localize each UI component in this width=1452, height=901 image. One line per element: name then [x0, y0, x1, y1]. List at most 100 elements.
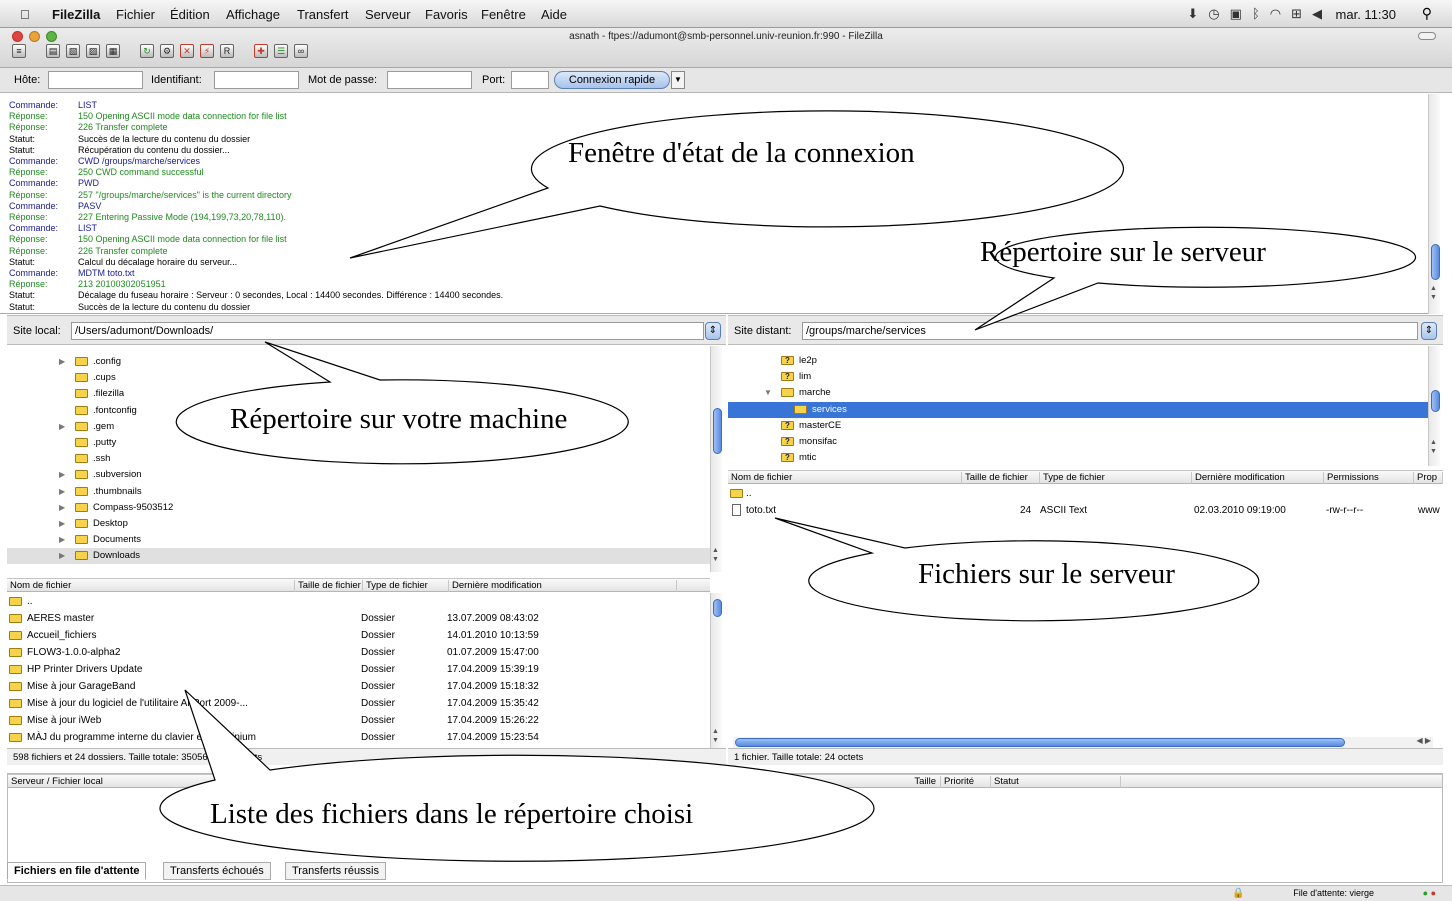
local-tree-item[interactable]: ▶ Compass-9503512: [7, 500, 714, 516]
spotlight-search-icon[interactable]: ⚲: [1422, 5, 1432, 22]
menu-edition[interactable]: Édition: [170, 7, 210, 22]
port-input[interactable]: [511, 71, 549, 89]
log-scrollbar[interactable]: ▲ ▼: [1428, 94, 1440, 314]
local-col-type[interactable]: Type de fichier: [363, 580, 449, 592]
local-tree-item[interactable]: .putty: [7, 435, 714, 451]
toggle-remote-tree-icon[interactable]: ▨: [86, 44, 100, 58]
remote-hscrollbar[interactable]: ◀ ▶: [733, 736, 1433, 748]
local-tree-item[interactable]: ▶ Downloads: [7, 548, 714, 565]
remote-col-owner[interactable]: Prop: [1414, 472, 1443, 484]
local-list-scrollbar[interactable]: ▲ ▼: [710, 593, 722, 748]
menu-fichier[interactable]: Fichier: [116, 7, 155, 22]
tab-successful-transfers[interactable]: Transferts réussis: [285, 862, 387, 880]
download-icon[interactable]: ⬇: [1187, 6, 1198, 22]
password-input[interactable]: [387, 71, 472, 89]
local-tree-item[interactable]: ▶ Desktop: [7, 516, 714, 532]
local-path-input[interactable]: /Users/adumont/Downloads/: [71, 322, 704, 340]
local-file-row[interactable]: FLOW3-1.0.0-alpha2 Dossier 01.07.2009 15:4…: [7, 644, 710, 661]
tab-queued-files[interactable]: Fichiers en file d'attente: [7, 862, 147, 880]
local-file-row[interactable]: MÀJ du programme interne du clavier en a…: [7, 729, 710, 746]
remote-tree-item[interactable]: le2p: [728, 353, 1431, 369]
queue-col-priority[interactable]: Priorité: [941, 776, 991, 788]
menu-favoris[interactable]: Favoris: [425, 7, 468, 22]
toolbar-toggle-button[interactable]: [1418, 32, 1436, 40]
local-tree-scrollbar[interactable]: ▲ ▼: [710, 346, 722, 572]
local-file-row[interactable]: AERES master Dossier 13.07.2009 08:43:02: [7, 610, 710, 627]
local-tree-item[interactable]: .cups: [7, 370, 714, 386]
remote-tree-scroll-thumb[interactable]: [1431, 390, 1440, 412]
timemachine-icon[interactable]: ◷: [1208, 6, 1219, 22]
menu-aide[interactable]: Aide: [541, 7, 567, 22]
remote-file-row[interactable]: ..: [728, 485, 1443, 502]
disclosure-triangle-icon[interactable]: ▶: [59, 532, 65, 548]
local-tree-scroll-thumb[interactable]: [713, 408, 722, 454]
remote-col-permissions[interactable]: Permissions: [1324, 472, 1414, 484]
local-tree-item[interactable]: .filezilla: [7, 386, 714, 402]
compare-directories-icon[interactable]: ✚: [254, 44, 268, 58]
reconnect-icon[interactable]: R: [220, 44, 234, 58]
queue-col-size[interactable]: Taille: [691, 776, 941, 788]
local-col-size[interactable]: Taille de fichier: [295, 580, 363, 592]
remote-tree-scroll-arrows-icon[interactable]: ▲ ▼: [1430, 438, 1437, 456]
quickconnect-button[interactable]: Connexion rapide: [554, 71, 670, 89]
disconnect-icon[interactable]: ⚡: [200, 44, 214, 58]
remote-col-size[interactable]: Taille de fichier: [962, 472, 1040, 484]
local-tree-scroll-arrows-icon[interactable]: ▲ ▼: [712, 546, 719, 564]
bluetooth-icon[interactable]: ᛒ: [1252, 6, 1260, 22]
local-col-date[interactable]: Dernière modification: [449, 580, 677, 592]
apple-icon[interactable]: : [20, 7, 30, 22]
remote-hscroll-arrows-icon[interactable]: ◀ ▶: [1416, 736, 1431, 745]
menu-fenetre[interactable]: Fenêtre: [481, 7, 526, 22]
local-list-scroll-arrows-icon[interactable]: ▲ ▼: [712, 727, 719, 745]
remote-tree-item[interactable]: lim: [728, 369, 1431, 385]
keyboard-icon[interactable]: ⊞: [1291, 6, 1302, 22]
remote-tree-item[interactable]: mtic: [728, 450, 1431, 466]
toggle-log-icon[interactable]: ▤: [46, 44, 60, 58]
local-tree-item[interactable]: ▶ .config: [7, 354, 714, 370]
disclosure-triangle-icon[interactable]: ▶: [59, 500, 65, 516]
queue-col-status[interactable]: Statut: [991, 776, 1121, 788]
display-icon[interactable]: ▣: [1230, 6, 1242, 22]
queue-col-local[interactable]: Serveur / Fichier local: [8, 776, 305, 788]
local-list-scroll-thumb[interactable]: [713, 599, 722, 617]
toggle-queue-icon[interactable]: ▦: [106, 44, 120, 58]
disclosure-triangle-icon[interactable]: ▶: [59, 467, 65, 483]
quickconnect-dropdown-icon[interactable]: ▼: [671, 71, 685, 89]
local-col-name[interactable]: Nom de fichier: [7, 580, 295, 592]
menu-app-name[interactable]: FileZilla: [52, 7, 100, 22]
process-queue-icon[interactable]: ⚙: [160, 44, 174, 58]
remote-hscroll-thumb[interactable]: [735, 738, 1345, 747]
local-file-row[interactable]: Mise à jour GarageBand Dossier 17.04.2009 …: [7, 678, 710, 695]
local-tree-item[interactable]: ▶ .subversion: [7, 467, 714, 483]
remote-tree-item[interactable]: ▼ marche: [728, 385, 1431, 401]
local-file-row[interactable]: Mise à jour du logiciel de l'utilitaire …: [7, 695, 710, 712]
local-tree-item[interactable]: .ssh: [7, 451, 714, 467]
local-tree-item[interactable]: ▶ Documents: [7, 532, 714, 548]
refresh-icon[interactable]: ↻: [140, 44, 154, 58]
wifi-icon[interactable]: ◠: [1270, 6, 1281, 22]
site-manager-icon[interactable]: ≡: [12, 44, 26, 58]
disclosure-triangle-icon[interactable]: ▶: [59, 419, 65, 435]
local-tree-item[interactable]: ▶ .thumbnails: [7, 484, 714, 500]
filter-icon[interactable]: ☰: [274, 44, 288, 58]
remote-col-name[interactable]: Nom de fichier: [728, 472, 962, 484]
menu-transfert[interactable]: Transfert: [297, 7, 349, 22]
disclosure-triangle-icon[interactable]: ▶: [59, 516, 65, 532]
disclosure-triangle-icon[interactable]: ▶: [59, 548, 65, 564]
log-scroll-thumb[interactable]: [1431, 244, 1440, 280]
tab-failed-transfers[interactable]: Transferts échoués: [163, 862, 271, 880]
cancel-icon[interactable]: ✕: [180, 44, 194, 58]
disclosure-triangle-icon[interactable]: ▼: [764, 385, 772, 401]
toggle-local-tree-icon[interactable]: ▧: [66, 44, 80, 58]
remote-path-dropdown-icon[interactable]: ⇕: [1421, 322, 1437, 340]
queue-col-direction[interactable]: Direction: [305, 776, 355, 788]
disclosure-triangle-icon[interactable]: ▶: [59, 354, 65, 370]
queue-col-remote[interactable]: Fichier distant: [355, 776, 691, 788]
volume-icon[interactable]: ◀: [1312, 6, 1322, 22]
local-file-row[interactable]: HP Printer Drivers Update Dossier 17.04.20…: [7, 661, 710, 678]
disclosure-triangle-icon[interactable]: ▶: [59, 484, 65, 500]
clock[interactable]: mar. 11:30: [1336, 7, 1396, 22]
menu-serveur[interactable]: Serveur: [365, 7, 411, 22]
host-input[interactable]: [48, 71, 143, 89]
local-file-row[interactable]: ..: [7, 593, 710, 610]
